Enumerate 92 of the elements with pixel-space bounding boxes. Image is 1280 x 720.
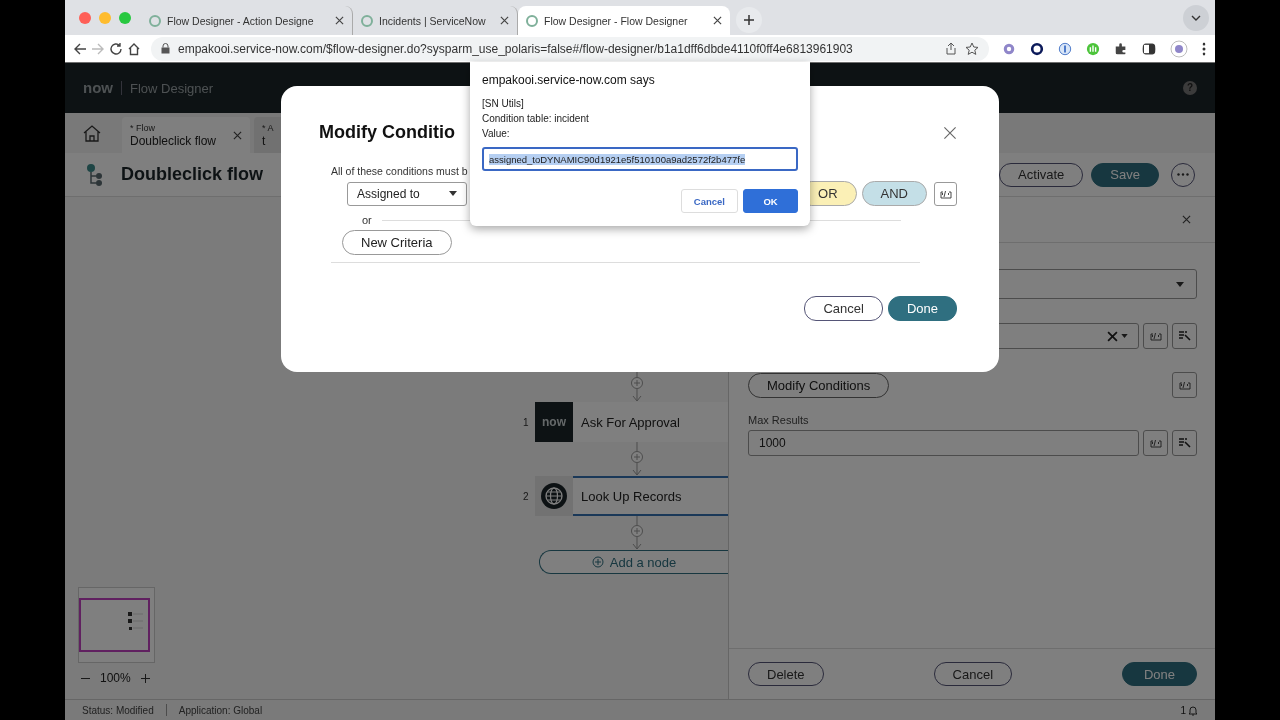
new-tab-button[interactable]: [736, 7, 762, 33]
more-button[interactable]: [1171, 162, 1195, 187]
app-title: Flow Designer: [129, 80, 214, 96]
plus-icon: [140, 673, 150, 683]
caret-icon: [1121, 334, 1128, 338]
data-pill-picker-button[interactable]: [1172, 323, 1197, 349]
script-icon: [1149, 331, 1162, 341]
window-close-button[interactable]: [79, 11, 91, 24]
home-icon: [81, 124, 102, 142]
dialog-button[interactable]: Done: [887, 296, 957, 321]
close-icon[interactable]: [1182, 215, 1191, 224]
arrow-icon: [91, 41, 105, 56]
ring-icon[interactable]: [1030, 41, 1044, 56]
field-label: Max Results: [748, 414, 810, 426]
plus-circle-icon: [591, 556, 604, 568]
favicon-icon: [361, 14, 373, 27]
panel-button[interactable]: Delete: [748, 662, 824, 686]
caret-icon: [1176, 281, 1184, 287]
application-text: Application: Global: [178, 704, 263, 716]
save-button[interactable]: Save: [1091, 162, 1159, 187]
alert-message: [SN Utils]: [482, 97, 525, 111]
zoom-level: 100%: [100, 671, 131, 685]
alert-message: Condition table: incident: [482, 112, 590, 126]
data-pill-picker-button[interactable]: [1172, 430, 1197, 456]
minimap[interactable]: [78, 587, 155, 663]
close-icon[interactable]: [335, 16, 344, 25]
new-criteria-button[interactable]: New Criteria: [342, 230, 452, 255]
step-number: 2: [523, 490, 530, 502]
reload-icon: [109, 41, 123, 56]
favicon-icon: [149, 14, 161, 27]
flow-step[interactable]: now Ask For Approval: [535, 402, 728, 442]
menu-icon[interactable]: [1202, 41, 1206, 56]
chevron-down-icon: [1191, 15, 1201, 21]
or-label: or: [362, 214, 372, 226]
close-icon[interactable]: [233, 130, 242, 140]
script-button[interactable]: [934, 181, 957, 206]
favicon-icon: [526, 14, 538, 27]
script-button[interactable]: [1143, 323, 1168, 349]
notifications-button[interactable]: 1: [1180, 704, 1198, 716]
flow-title: Doubleclick flow: [121, 164, 264, 185]
profile-icon[interactable]: [1170, 39, 1188, 58]
status-text: Status: Modified: [82, 704, 154, 716]
share-icon[interactable]: [945, 42, 957, 55]
more-icon: [1177, 173, 1189, 176]
ok-button[interactable]: OK: [743, 189, 798, 213]
alert-message: Value:: [482, 127, 511, 141]
globe-icon: [535, 476, 573, 516]
script-icon: [1178, 380, 1191, 390]
panel-button[interactable]: Done: [1122, 662, 1197, 686]
close-icon[interactable]: [500, 16, 509, 25]
script-icon: [939, 188, 952, 199]
field-dropdown[interactable]: Assigned to: [347, 181, 467, 206]
arrow-icon: [73, 41, 87, 56]
bell-icon: [1188, 704, 1198, 716]
browser-tab[interactable]: Flow Designer - Flow Designer: [518, 6, 730, 35]
max-results-field[interactable]: 1000: [748, 430, 1139, 456]
panel-button[interactable]: Cancel: [933, 662, 1012, 686]
dialog-title: Modify Conditio: [319, 122, 455, 143]
connector-arrow: [630, 516, 644, 550]
clear-icon[interactable]: [1107, 330, 1118, 342]
browser-tab[interactable]: Flow Designer - Action Designe: [141, 6, 353, 35]
list-picker-icon: [1178, 437, 1191, 449]
dialog-button[interactable]: Cancel: [804, 296, 883, 321]
alert-title: empakooi.service-now.com says: [482, 73, 656, 87]
tab-list-button[interactable]: [1183, 5, 1209, 31]
logo: now: [535, 402, 573, 442]
puzzle-icon[interactable]: [1114, 41, 1128, 56]
home-icon: [127, 41, 141, 56]
zoom-in-button[interactable]: [140, 673, 150, 683]
plus-icon: [743, 14, 755, 26]
modify-conditions-button[interactable]: Modify Conditions: [748, 372, 890, 398]
close-icon[interactable]: [943, 125, 957, 140]
list-picker-icon: [1178, 330, 1191, 342]
flow-step[interactable]: Look Up Records: [535, 476, 728, 516]
value-input[interactable]: assigned_toDYNAMIC90d1921e5f510100a9ad2572f2b477fe: [482, 147, 798, 171]
logo: now: [83, 81, 122, 95]
script-icon: [1149, 438, 1162, 448]
close-icon[interactable]: [713, 16, 722, 25]
activate-button[interactable]: Activate: [999, 162, 1084, 187]
connector-arrow: [630, 442, 644, 476]
operator-button[interactable]: AND: [861, 181, 927, 206]
flow-tab[interactable]: * Flow Doubleclick flow: [122, 117, 250, 153]
lock-icon: [161, 43, 170, 54]
address-bar[interactable]: empakooi.service-now.com/$flow-designer.do?sysparm_use_polaris=false#/flow-designer/b1a1dff6dbde4110f0ff4e6813961903: [151, 36, 989, 61]
script-button[interactable]: [1143, 430, 1168, 456]
star-icon[interactable]: [965, 41, 979, 56]
script-button[interactable]: [1172, 372, 1197, 398]
cancel-button[interactable]: Cancel: [680, 189, 738, 213]
sidebar-icon[interactable]: [1142, 41, 1156, 56]
add-node-button[interactable]: Add a node: [539, 550, 728, 574]
instruction-text: All of these conditions must b: [331, 165, 469, 177]
step-number: 1: [523, 416, 530, 428]
